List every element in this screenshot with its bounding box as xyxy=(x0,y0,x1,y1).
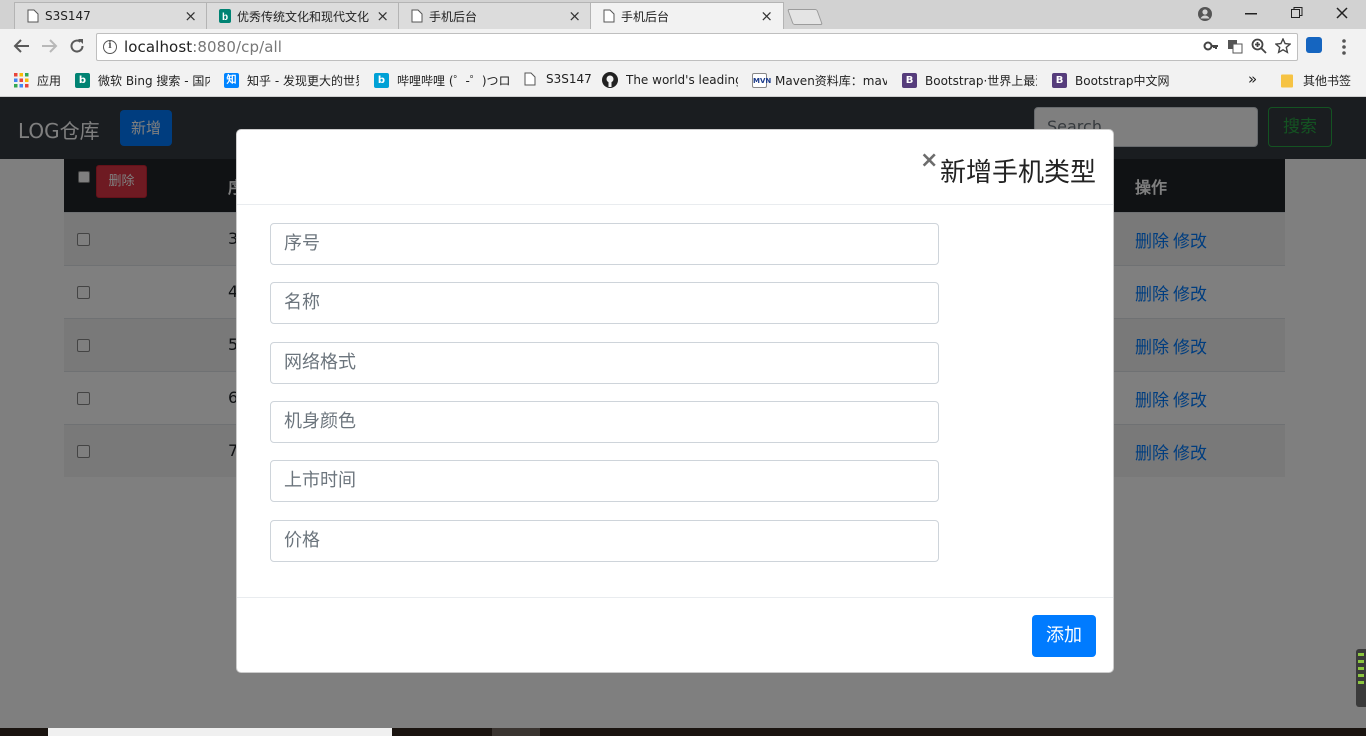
browser-tab-4-active[interactable]: 手机后台 × xyxy=(590,2,784,29)
minimize-icon[interactable] xyxy=(1245,13,1257,15)
reload-icon[interactable] xyxy=(69,38,85,54)
zhihu-icon: 知 xyxy=(224,73,239,88)
other-bookmarks[interactable]: 其他书签 xyxy=(1280,72,1351,89)
bookmark-apps[interactable]: 应用 xyxy=(14,72,61,89)
modal-footer: 添加 xyxy=(237,597,1113,673)
forward-arrow-icon[interactable] xyxy=(41,38,59,54)
bootstrap-icon: B xyxy=(1052,73,1067,88)
bookmarks-overflow-button[interactable]: » xyxy=(1248,70,1257,88)
new-tab-button[interactable] xyxy=(787,9,823,25)
maven-icon: MVN xyxy=(752,73,771,88)
site-info-icon[interactable]: i xyxy=(103,40,117,54)
browser-tab-3[interactable]: 手机后台 × xyxy=(398,2,592,29)
omnibox-icons xyxy=(1203,38,1291,54)
tab-title: 手机后台 xyxy=(429,9,478,24)
modal-header: × 新增手机类型 xyxy=(237,130,1113,205)
browser-tab-2[interactable]: b 优秀传统文化和现代文化 × xyxy=(206,2,400,29)
bookmark-s3s147[interactable]: S3S147 xyxy=(524,72,592,86)
side-widget[interactable] xyxy=(1356,649,1366,707)
apps-grid-icon xyxy=(14,73,29,88)
bookmark-bootstrap-cn[interactable]: B Bootstrap中文网 xyxy=(1052,72,1169,89)
bootstrap-icon: B xyxy=(902,73,917,88)
tab-close-icon[interactable]: × xyxy=(184,7,197,25)
browser-tab-1[interactable]: S3S147 × xyxy=(14,2,208,29)
close-window-icon[interactable] xyxy=(1336,7,1348,19)
address-bar[interactable]: i localhost:8080/cp/all xyxy=(96,33,1298,61)
bilibili-icon: b xyxy=(374,73,389,88)
key-icon[interactable] xyxy=(1203,38,1219,54)
translate-icon[interactable] xyxy=(1227,38,1243,54)
taskbar-search[interactable] xyxy=(48,728,392,736)
bing-icon: b xyxy=(75,73,90,88)
page-icon xyxy=(603,9,615,23)
github-icon xyxy=(602,72,618,88)
tab-title: 优秀传统文化和现代文化 xyxy=(237,9,370,24)
browser-tab-strip: S3S147 × b 优秀传统文化和现代文化 × 手机后台 × 手机后台 × xyxy=(0,0,1366,29)
back-arrow-icon[interactable] xyxy=(12,38,30,54)
tab-close-icon[interactable]: × xyxy=(760,7,773,25)
tab-close-icon[interactable]: × xyxy=(376,7,389,25)
page-icon xyxy=(524,72,536,86)
seq-input[interactable]: 序号 xyxy=(270,223,939,265)
bookmark-maven[interactable]: MVN Maven资料库：maven xyxy=(752,72,887,89)
bookmark-zhihu[interactable]: 知 知乎 - 发现更大的世界 xyxy=(224,72,359,89)
zoom-icon[interactable] xyxy=(1251,38,1267,54)
page-icon xyxy=(27,9,39,23)
bing-icon: b xyxy=(219,9,231,23)
extension-icon[interactable] xyxy=(1306,37,1322,53)
taskbar-app[interactable] xyxy=(492,728,540,736)
name-input[interactable]: 名称 xyxy=(270,282,939,324)
taskbar xyxy=(0,728,1366,736)
modal-body: 序号 名称 网络格式 机身颜色 上市时间 价格 xyxy=(237,205,1113,597)
tab-close-icon[interactable]: × xyxy=(568,7,581,25)
body-color-input[interactable]: 机身颜色 xyxy=(270,401,939,443)
release-date-input[interactable]: 上市时间 xyxy=(270,460,939,502)
bookmark-star-icon[interactable] xyxy=(1275,38,1291,54)
network-format-input[interactable]: 网络格式 xyxy=(270,342,939,384)
bookmark-github[interactable]: The world's leading xyxy=(602,72,738,88)
svg-text:b: b xyxy=(222,12,228,23)
close-icon[interactable]: × xyxy=(920,148,938,173)
url-text: localhost:8080/cp/all xyxy=(124,38,283,56)
price-input[interactable]: 价格 xyxy=(270,520,939,562)
modal-title: 新增手机类型 xyxy=(939,158,1096,188)
bookmark-bootstrap-world[interactable]: B Bootstrap·世界上最流行 xyxy=(902,72,1037,89)
add-submit-button[interactable]: 添加 xyxy=(1032,615,1096,657)
bookmark-bing[interactable]: b 微软 Bing 搜索 - 国内 xyxy=(75,72,210,89)
web-page: LOG仓库 新增 Search 搜索 删除 序 操作 3 删除 修改 4 删除 … xyxy=(0,97,1366,728)
add-phone-type-modal: × 新增手机类型 序号 名称 网络格式 机身颜色 上市时间 价格 添加 xyxy=(236,129,1114,673)
profile-icon[interactable] xyxy=(1197,6,1213,22)
bookmark-bilibili[interactable]: b 哔哩哔哩 (゜-゜)つロ xyxy=(374,72,509,89)
tab-title: 手机后台 xyxy=(621,9,670,24)
page-icon xyxy=(411,9,423,23)
tab-title: S3S147 xyxy=(45,9,91,23)
bookmarks-bar: 应用 b 微软 Bing 搜索 - 国内 知 知乎 - 发现更大的世界 b 哔哩… xyxy=(0,65,1366,97)
menu-dots-icon[interactable] xyxy=(1342,39,1346,55)
folder-icon xyxy=(1281,74,1293,87)
browser-toolbar: i localhost:8080/cp/all xyxy=(0,29,1366,65)
restore-icon[interactable] xyxy=(1291,7,1303,19)
